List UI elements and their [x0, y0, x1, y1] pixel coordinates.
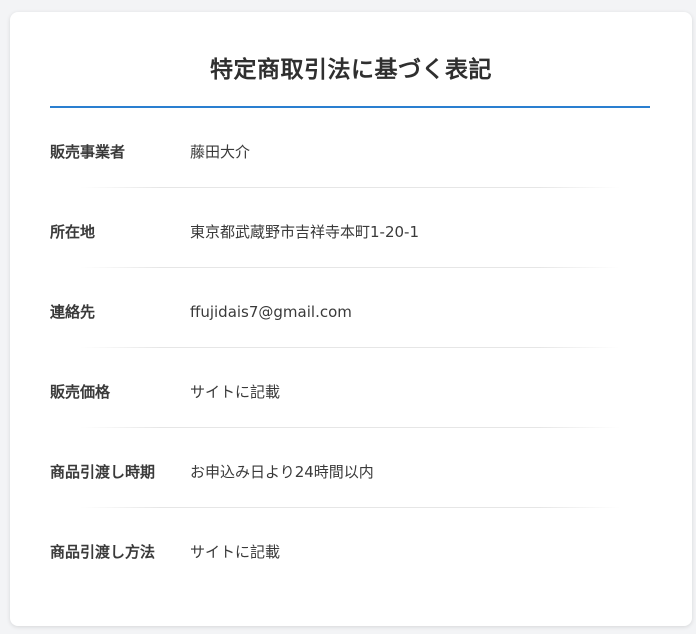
row-label: 連絡先: [50, 303, 96, 321]
table-row-seller: 販売事業者 藤田大介: [50, 108, 650, 188]
row-value: 東京都武蔵野市吉祥寺本町1-20-1: [190, 223, 420, 241]
table-row-address: 所在地 東京都武蔵野市吉祥寺本町1-20-1: [50, 188, 650, 268]
table-row-delivery-time: 商品引渡し時期 お申込み日より24時間以内: [50, 428, 650, 508]
table-row-delivery-method: 商品引渡し方法 サイトに記載: [50, 508, 650, 588]
page-title: 特定商取引法に基づく表記: [210, 57, 492, 83]
legal-notice-card: 特定商取引法に基づく表記 販売事業者 藤田大介 所在地 東京都武蔵野市吉祥寺本町…: [10, 12, 692, 626]
row-value: 藤田大介: [190, 143, 251, 161]
row-label: 販売事業者: [50, 143, 126, 161]
info-table: 販売事業者 藤田大介 所在地 東京都武蔵野市吉祥寺本町1-20-1 連絡先 ff…: [50, 108, 650, 588]
row-label: 所在地: [50, 223, 96, 241]
row-value: お申込み日より24時間以内: [190, 463, 374, 481]
row-label: 販売価格: [50, 383, 111, 401]
table-row-price: 販売価格 サイトに記載: [50, 348, 650, 428]
row-label: 商品引渡し方法: [50, 543, 156, 561]
row-value: サイトに記載: [190, 543, 281, 561]
row-value: サイトに記載: [190, 383, 281, 401]
row-label: 商品引渡し時期: [50, 463, 156, 481]
table-row-contact: 連絡先 ffujidais7@gmail.com: [50, 268, 650, 348]
contact-email[interactable]: ffujidais7@gmail.com: [190, 302, 352, 322]
